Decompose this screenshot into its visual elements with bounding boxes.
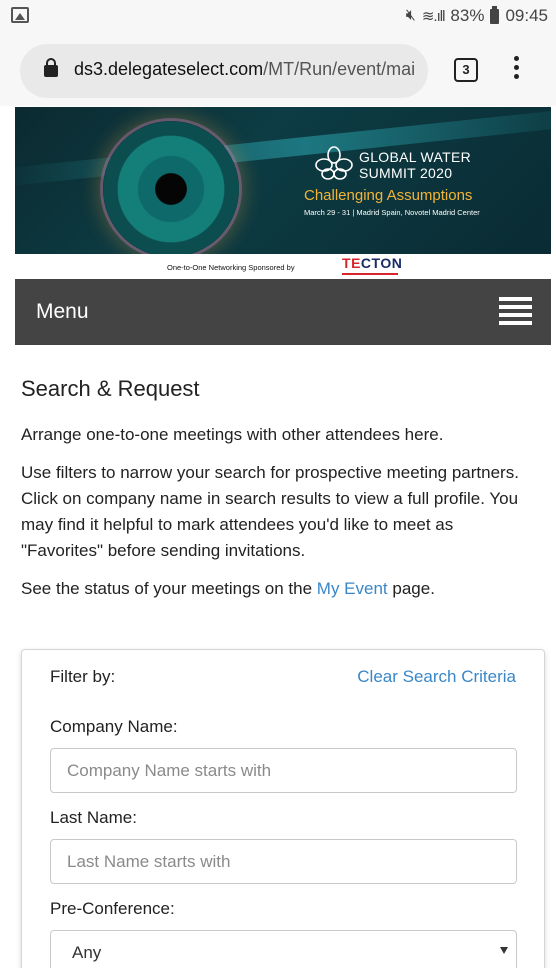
lock-icon xyxy=(44,58,58,77)
main-content: Search & Request Arrange one-to-one meet… xyxy=(21,376,537,614)
pre-conference-select[interactable]: Any xyxy=(50,930,517,968)
summit-logo-icon xyxy=(315,146,353,180)
clock: 09:45 xyxy=(505,6,548,25)
help-text: Use filters to narrow your search for pr… xyxy=(21,463,519,560)
banner-tagline: Challenging Assumptions xyxy=(304,187,473,204)
sponsor-text: One-to-One Networking Sponsored by xyxy=(167,263,295,272)
banner-title-line1: GLOBAL WATER xyxy=(359,149,471,165)
more-options-icon[interactable] xyxy=(512,56,520,86)
status-text: See the status of your meetings on the M… xyxy=(21,579,435,598)
tecton-logo: TECTON xyxy=(342,255,403,271)
event-banner: GLOBAL WATER SUMMIT 2020 Challenging Ass… xyxy=(15,107,551,254)
page-title: Search & Request xyxy=(21,376,200,401)
menu-bar[interactable]: Menu xyxy=(15,279,551,345)
hamburger-menu-icon[interactable] xyxy=(499,297,532,326)
pre-conference-value: Any xyxy=(72,943,102,962)
status-icons: 🔇︎ ≋.ıll 83% 09:45 xyxy=(405,5,548,26)
menu-label: Menu xyxy=(36,300,89,323)
address-bar[interactable]: ds3.delegateselect.com/MT/Run/event/mai xyxy=(20,44,428,98)
last-name-label: Last Name: xyxy=(50,808,137,827)
url-path: /MT/Run/event/mai xyxy=(263,59,416,79)
intro-text: Arrange one-to-one meetings with other a… xyxy=(21,425,444,444)
eye-image xyxy=(103,121,239,254)
sponsor-strip: One-to-One Networking Sponsored by TECTO… xyxy=(15,254,551,279)
chevron-down-icon xyxy=(500,947,508,954)
banner-title-line2: SUMMIT 2020 xyxy=(359,165,453,181)
url-domain: ds3.delegateselect.com xyxy=(74,59,264,79)
browser-toolbar: ds3.delegateselect.com/MT/Run/event/mai … xyxy=(0,36,556,106)
wifi-signal-icon: ≋.ıll xyxy=(421,8,446,25)
battery-icon xyxy=(490,5,500,24)
pre-conference-label: Pre-Conference: xyxy=(50,899,175,918)
company-name-label: Company Name: xyxy=(50,717,178,736)
tab-switcher-button[interactable]: 3 xyxy=(454,58,478,82)
company-name-input[interactable] xyxy=(50,748,517,793)
status-bar: 🔇︎ ≋.ıll 83% 09:45 xyxy=(0,0,556,36)
filter-panel: Filter by: Clear Search Criteria Company… xyxy=(21,649,545,968)
last-name-input[interactable] xyxy=(50,839,517,884)
mute-icon: 🔇︎ xyxy=(405,7,416,24)
clear-search-criteria-link[interactable]: Clear Search Criteria xyxy=(357,667,516,687)
battery-percent: 83% xyxy=(450,6,485,25)
my-event-link[interactable]: My Event xyxy=(317,579,388,598)
filter-heading: Filter by: xyxy=(50,667,116,686)
banner-details: March 29 - 31 | Madrid Spain, Novotel Ma… xyxy=(304,208,480,217)
image-notification-icon xyxy=(11,7,29,23)
url-text[interactable]: ds3.delegateselect.com/MT/Run/event/mai xyxy=(74,59,420,80)
